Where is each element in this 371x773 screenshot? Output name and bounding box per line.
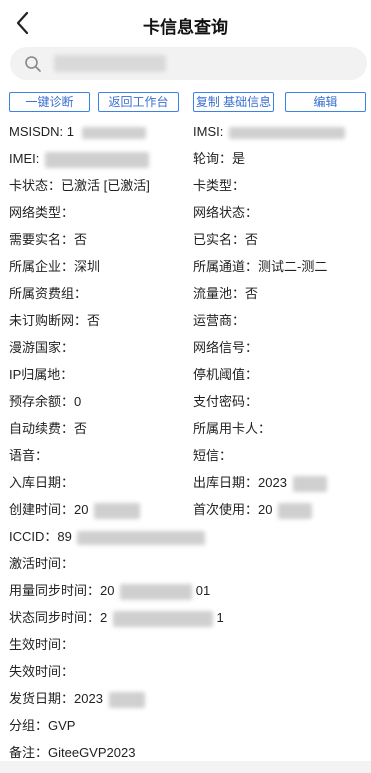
back-to-workbench-button[interactable]: 返回工作台 bbox=[98, 92, 179, 112]
field-tariff-group: 所属资费组： bbox=[9, 286, 88, 301]
top-bar: 卡信息查询 bbox=[0, 0, 371, 45]
field-operator: 运营商： bbox=[193, 313, 246, 328]
field-stop-threshold: 停机阈值： bbox=[193, 367, 259, 382]
field-unsub-cutoff: 未订购断网：否 bbox=[9, 313, 101, 328]
field-effective: 生效时间： bbox=[9, 637, 75, 652]
copy-basic-info-button[interactable]: 复制 基础信息 bbox=[193, 92, 274, 112]
field-activated-at: 激活时间： bbox=[9, 556, 75, 571]
one-click-diagnose-button[interactable]: 一键诊断 bbox=[9, 92, 90, 112]
redacted-value bbox=[44, 151, 149, 168]
redacted-value bbox=[278, 502, 313, 519]
field-polling: 轮询：是 bbox=[193, 151, 246, 166]
field-realname: 已实名：否 bbox=[193, 232, 259, 247]
redacted-value bbox=[77, 530, 206, 545]
field-remark: 备注：GiteeGVP2023 bbox=[9, 745, 136, 760]
field-first-use: 首次使用：20 bbox=[193, 501, 313, 519]
field-channel: 所属通道：测试二-测二 bbox=[193, 259, 328, 274]
redacted-value bbox=[112, 610, 213, 627]
redacted-search-value bbox=[54, 55, 166, 72]
field-prepaid: 预存余额：0 bbox=[9, 394, 82, 409]
field-expire: 失效时间： bbox=[9, 664, 75, 679]
field-network-status: 网络状态： bbox=[193, 205, 259, 220]
redacted-value bbox=[108, 691, 145, 708]
redacted-value bbox=[94, 502, 141, 519]
search-input[interactable] bbox=[10, 47, 367, 80]
field-auto-renew: 自动续费：否 bbox=[9, 421, 88, 436]
bottom-strip bbox=[0, 761, 371, 773]
field-network-type: 网络类型： bbox=[9, 205, 75, 220]
field-usage-sync: 用量同步时间：20 01 bbox=[9, 583, 211, 600]
redacted-value bbox=[81, 126, 146, 139]
field-created: 创建时间：20 bbox=[9, 501, 141, 519]
redacted-value bbox=[228, 126, 345, 139]
field-sms: 短信： bbox=[193, 448, 233, 463]
field-pay-password: 支付密码： bbox=[193, 394, 259, 409]
field-voice: 语音： bbox=[9, 448, 49, 463]
field-roaming: 漫游国家： bbox=[9, 340, 75, 355]
field-enterprise: 所属企业：深圳 bbox=[9, 259, 101, 274]
field-imsi: IMSI: bbox=[193, 123, 345, 141]
field-need-realname: 需要实名：否 bbox=[9, 232, 88, 247]
edit-button[interactable]: 编辑 bbox=[285, 92, 366, 112]
redacted-value bbox=[292, 475, 327, 492]
field-stock-out: 出库日期：2023 bbox=[193, 474, 327, 492]
redacted-value bbox=[120, 583, 193, 600]
page-title: 卡信息查询 bbox=[143, 18, 228, 37]
field-card-user: 所属用卡人： bbox=[193, 421, 272, 436]
field-group: 分组：GVP bbox=[9, 718, 76, 733]
field-msisdn: MSISDN: 1 bbox=[9, 123, 146, 141]
field-ship-date: 发货日期：2023 bbox=[9, 690, 145, 708]
field-ip-location: IP归属地： bbox=[9, 367, 74, 382]
field-traffic-pool: 流量池：否 bbox=[193, 286, 259, 301]
field-card-type: 卡类型： bbox=[193, 178, 246, 193]
field-signal: 网络信号： bbox=[193, 340, 259, 355]
field-imei: IMEI: bbox=[9, 150, 149, 168]
field-status-sync: 状态同步时间：2 1 bbox=[9, 610, 224, 627]
field-stock-in: 入库日期： bbox=[9, 475, 75, 490]
search-icon bbox=[25, 56, 41, 72]
field-iccid: ICCID：89 bbox=[9, 528, 206, 546]
field-card-status: 卡状态：已激活 [已激活] bbox=[9, 178, 150, 193]
